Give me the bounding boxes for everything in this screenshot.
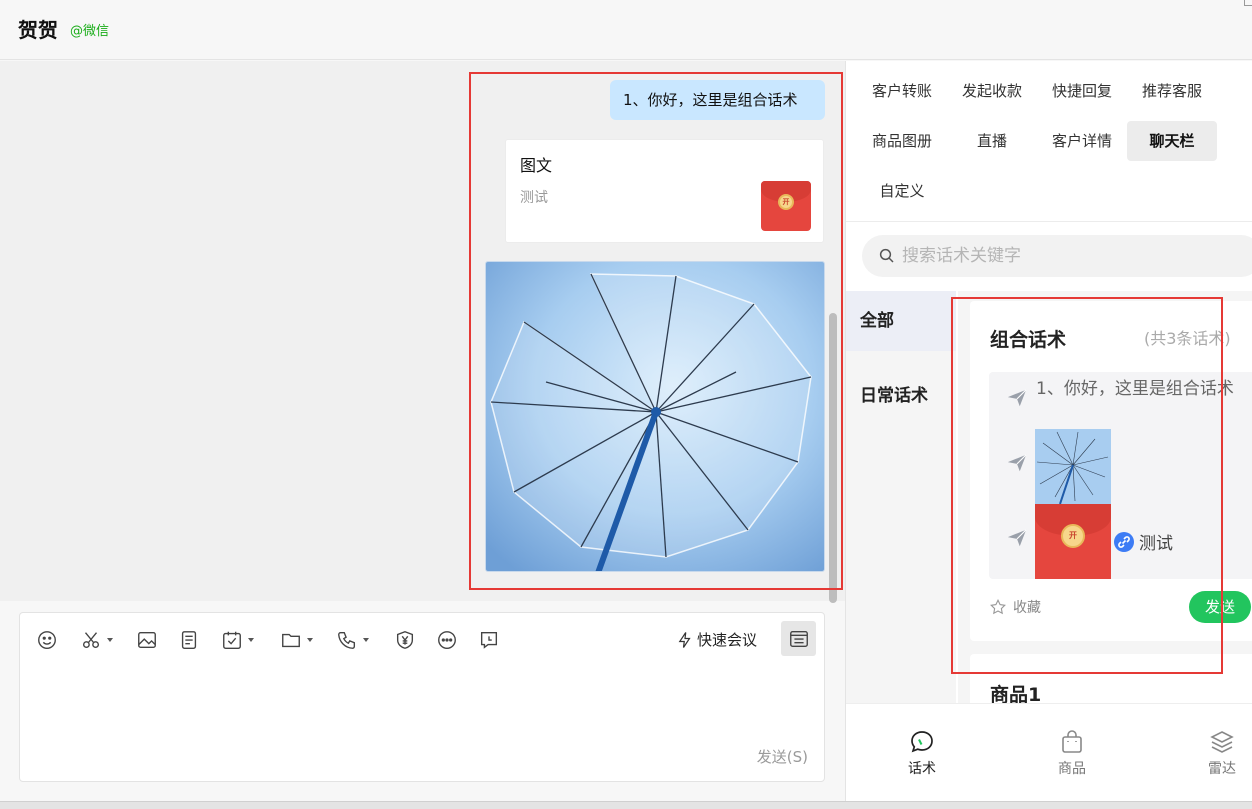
script-card-count: (共3条话术): [1144, 329, 1231, 348]
chat-scrollbar[interactable]: [829, 313, 837, 603]
script-card-title: 组合话术: [990, 329, 1067, 351]
image-icon[interactable]: [136, 629, 158, 651]
quick-meeting-button[interactable]: 快速会议: [676, 629, 757, 650]
nav-radar[interactable]: 雷达: [1192, 728, 1252, 778]
red-envelope-thumbnail: 开: [761, 181, 811, 231]
bottom-navigation: 话术 商品 雷达: [846, 703, 1252, 801]
nav-products[interactable]: 商品: [1042, 728, 1102, 778]
article-message-card[interactable]: 图文 测试 开: [505, 139, 824, 243]
script-card-contents: 1、你好，这里是组合话术 开 测试: [989, 372, 1252, 579]
tab-quick-reply[interactable]: 快捷回复: [1038, 71, 1126, 111]
umbrella-photo: [486, 262, 824, 571]
tab-collect-payment[interactable]: 发起收款: [948, 71, 1036, 111]
contact-name: 贺贺: [18, 18, 58, 42]
category-all[interactable]: 全部: [846, 291, 956, 351]
panel-toggle-icon[interactable]: [781, 621, 816, 656]
nav-radar-label: 雷达: [1208, 761, 1236, 777]
window-bottom-border: [0, 801, 1252, 809]
contact-source-tag: @微信: [70, 24, 110, 39]
send-script-button[interactable]: 发送: [1189, 591, 1251, 623]
quick-meeting-label: 快速会议: [697, 631, 758, 649]
lightning-icon: [678, 631, 691, 648]
script-card-title: 商品1: [990, 684, 1042, 703]
script-list[interactable]: 组合话术 (共3条话术) 1、你好，这里是组合话术 开 测试 收藏 发送 商品1: [958, 291, 1252, 703]
bag-icon: [1062, 730, 1082, 753]
app-window: 贺贺 @微信 1、你好，这里是组合话术 图文 测试 开 快速会议 发送(S) 客…: [0, 0, 1252, 809]
more-icon[interactable]: [436, 629, 458, 651]
tab-chat-bar[interactable]: 聊天栏: [1127, 121, 1217, 161]
umbrella-photo-message[interactable]: [485, 261, 825, 572]
message-list[interactable]: 1、你好，这里是组合话术 图文 测试 开: [0, 61, 845, 603]
tab-recommend-service[interactable]: 推荐客服: [1128, 71, 1216, 111]
nav-products-label: 商品: [1058, 761, 1086, 777]
window-corner-icon[interactable]: [1244, 0, 1252, 6]
script-card[interactable]: 组合话术 (共3条话术) 1、你好，这里是组合话术 开 测试 收藏 发送: [970, 301, 1252, 641]
speech-icon: [911, 731, 933, 753]
tabs-divider: [846, 221, 1252, 222]
link-title: 测试: [1139, 534, 1173, 554]
send-plane-icon[interactable]: [1006, 527, 1028, 549]
script-card[interactable]: 商品1: [970, 654, 1252, 703]
sidebar-panel: 客户转账 发起收款 快捷回复 推荐客服 商品图册 直播 客户详情 聊天栏 自定义…: [845, 61, 1252, 801]
nav-scripts[interactable]: 话术: [892, 728, 952, 778]
document-icon[interactable]: [178, 629, 200, 651]
search-icon: [879, 248, 894, 263]
send-plane-icon[interactable]: [1006, 387, 1028, 409]
send-plane-icon[interactable]: [1006, 452, 1028, 474]
link-icon: [1114, 532, 1134, 552]
message-composer[interactable]: 快速会议 发送(S): [19, 612, 825, 782]
article-desc: 测试: [520, 190, 548, 206]
folder-icon[interactable]: [280, 629, 313, 651]
category-daily-scripts[interactable]: 日常话术: [846, 366, 956, 426]
chat-header: 贺贺 @微信: [0, 0, 1252, 60]
tab-custom[interactable]: 自定义: [858, 171, 946, 211]
article-title: 图文: [520, 156, 553, 175]
tab-transfer[interactable]: 客户转账: [858, 71, 946, 111]
script-text-line: 1、你好，这里是组合话术: [1036, 379, 1234, 399]
tab-customer-details[interactable]: 客户详情: [1038, 121, 1126, 161]
calendar-check-icon[interactable]: [221, 629, 254, 651]
category-list: 全部 日常话术: [846, 291, 956, 703]
search-input[interactable]: [902, 235, 1242, 277]
red-envelope-thumbnail: 开: [1035, 504, 1111, 579]
search-bar[interactable]: [862, 235, 1252, 277]
scissors-icon[interactable]: [80, 629, 113, 651]
layers-icon: [1210, 731, 1234, 753]
star-icon: [990, 598, 1006, 615]
tab-product-album[interactable]: 商品图册: [858, 121, 946, 161]
envelope-coin: 开: [778, 194, 794, 210]
phone-icon[interactable]: [336, 629, 369, 651]
favorite-button[interactable]: 收藏: [989, 597, 1041, 617]
yuan-shield-icon[interactable]: [394, 629, 416, 651]
text-message-bubble[interactable]: 1、你好，这里是组合话术: [610, 80, 825, 120]
send-button[interactable]: 发送(S): [757, 746, 808, 767]
favorite-label: 收藏: [1013, 600, 1041, 616]
chat-bubble-icon[interactable]: [478, 629, 500, 651]
envelope-coin: 开: [1061, 523, 1085, 548]
script-image-thumbnail: [1035, 429, 1111, 504]
nav-scripts-label: 话术: [908, 761, 936, 777]
tab-live[interactable]: 直播: [948, 121, 1036, 161]
emoji-icon[interactable]: [36, 629, 58, 651]
